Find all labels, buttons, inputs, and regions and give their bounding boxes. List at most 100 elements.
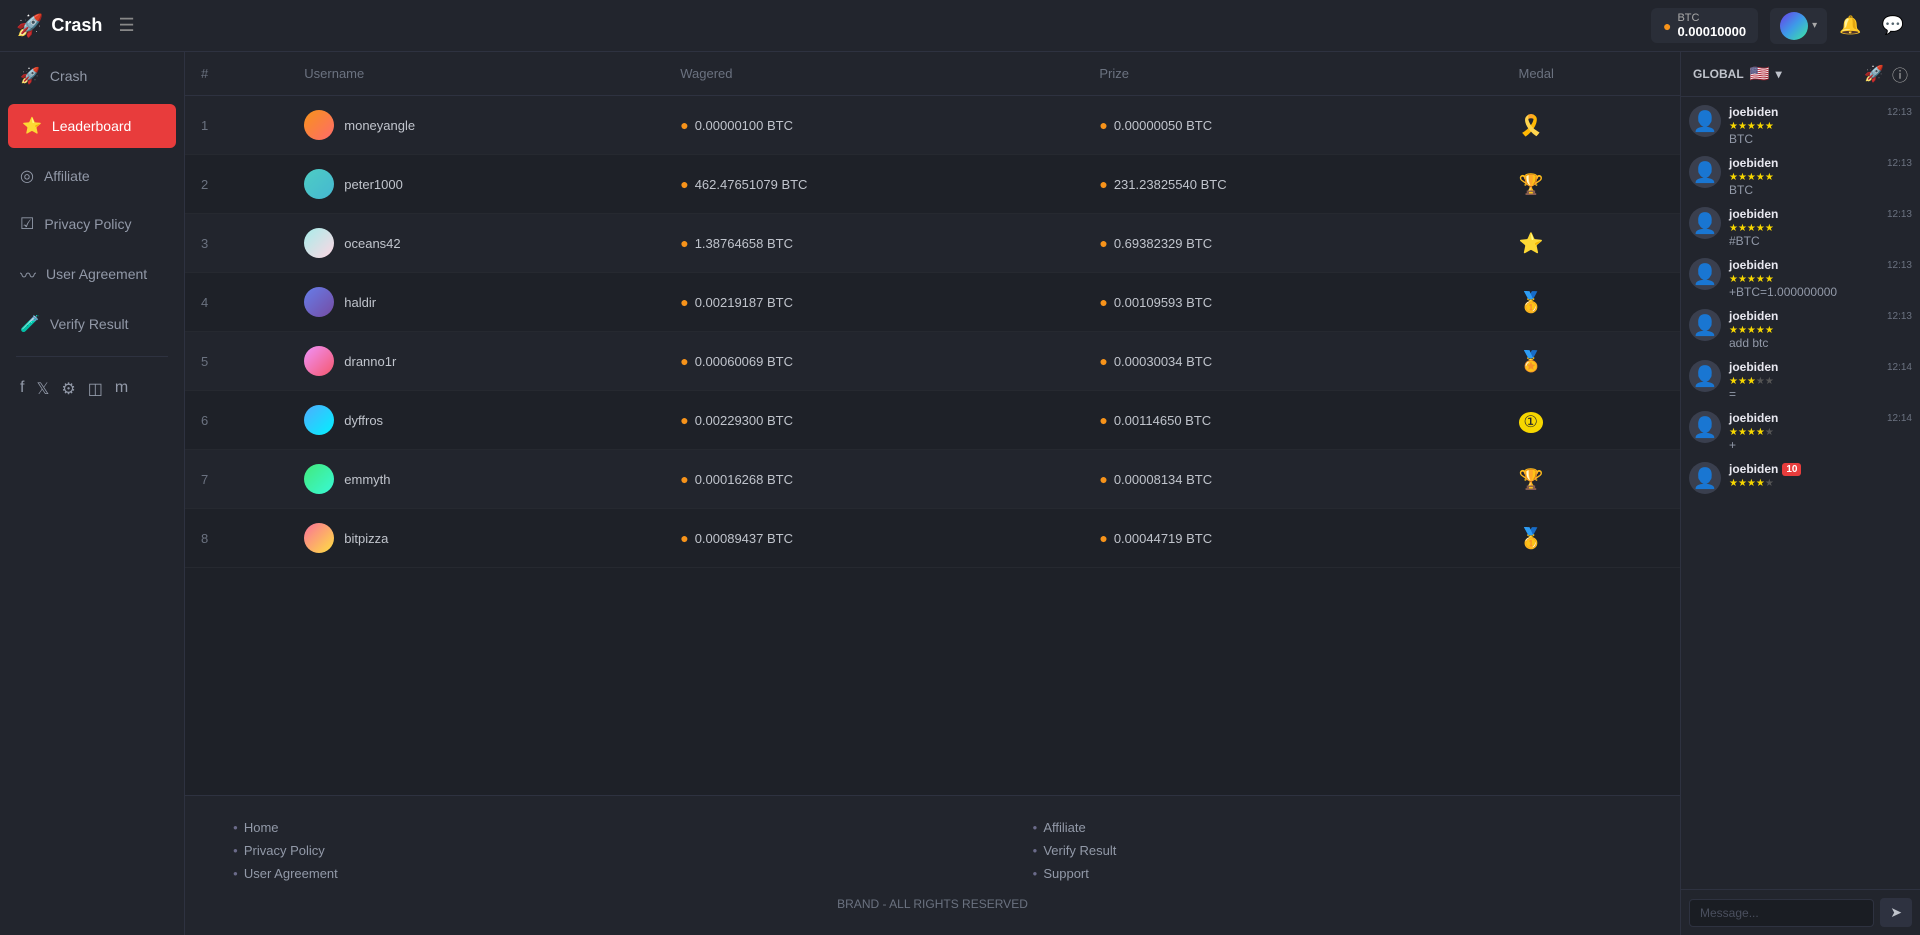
footer: ● Home ● Privacy Policy ● User Agreement… (185, 795, 1680, 935)
cell-wagered: ● 462.47651079 BTC (664, 155, 1083, 214)
chat-timestamp: 12:13 (1887, 209, 1912, 220)
wagered-amount: 0.00016268 BTC (695, 472, 793, 487)
sidebar-item-leaderboard[interactable]: ⭐ Leaderboard (8, 104, 176, 148)
bell-icon[interactable]: 🔔 (1839, 15, 1861, 36)
chat-user-avatar: 👤 (1689, 105, 1721, 137)
table-row: 3 oceans42 ● 1.38764658 BTC ● 0.69382329… (185, 214, 1680, 273)
chat-stars: ★★★★★ (1729, 172, 1912, 183)
footer-link-user-agreement[interactable]: ● User Agreement (233, 866, 833, 881)
chat-message-text: BTC (1729, 132, 1912, 146)
chat-expand-icon[interactable]: 💬 (1882, 15, 1904, 36)
main-content: # Username Wagered Prize Medal 1 moneyan… (185, 52, 1680, 935)
chat-user-avatar: 👤 (1689, 462, 1721, 494)
cell-wagered: ● 0.00060069 BTC (664, 332, 1083, 391)
chat-message: 👤 joebiden 12:13 ★★★★★ BTC (1689, 105, 1912, 146)
sidebar-socials: f 𝕏 ⚙ ◫ m (0, 365, 184, 413)
cell-prize: ● 0.00008134 BTC (1083, 450, 1502, 509)
footer-dot: ● (233, 823, 238, 832)
btc-label: BTC (1677, 12, 1746, 24)
chat-username: joebiden (1729, 105, 1778, 119)
sidebar-item-affiliate[interactable]: ◎ Affiliate (0, 152, 184, 200)
chat-panel: GLOBAL 🇺🇸 ▾ 🚀 ⓘ 👤 joebiden 12:13 ★★★★★ B… (1680, 52, 1920, 935)
prize-amount: 0.00000050 BTC (1114, 118, 1212, 133)
chat-message-header: joebiden 12:13 (1729, 156, 1912, 170)
sidebar-item-verify[interactable]: 🧪 Verify Result (0, 300, 184, 348)
chat-user-avatar: 👤 (1689, 309, 1721, 341)
username-text: moneyangle (344, 118, 415, 133)
chat-info-icon[interactable]: ⓘ (1892, 62, 1908, 86)
coin-icon: ● (1099, 353, 1107, 369)
col-wagered: Wagered (664, 52, 1083, 96)
footer-link-support[interactable]: ● Support (1033, 866, 1633, 881)
user-avatar-button[interactable]: ▾ (1770, 8, 1827, 44)
username-text: peter1000 (344, 177, 403, 192)
user-avatar (304, 464, 334, 494)
medium-icon[interactable]: m (115, 379, 128, 399)
chat-stars: ★★★★★ (1729, 325, 1912, 336)
chat-message-input[interactable] (1689, 899, 1874, 927)
cell-medal: 🥇 (1503, 273, 1681, 332)
cell-username: moneyangle (288, 96, 664, 155)
btc-icon: ● (1663, 18, 1671, 34)
chat-header-icons: 🚀 ⓘ (1864, 62, 1908, 86)
sidebar-item-privacy[interactable]: ☑ Privacy Policy (0, 200, 184, 248)
chat-message-header: joebiden 10 (1729, 462, 1912, 476)
cell-medal: 🏅 (1503, 332, 1681, 391)
chat-rocket-icon[interactable]: 🚀 (1864, 64, 1884, 84)
chat-message-body: joebiden 12:13 ★★★★★ +BTC=1.000000000 (1729, 258, 1912, 299)
chat-dropdown-chevron[interactable]: ▾ (1776, 67, 1782, 81)
sidebar-item-label-crash: Crash (50, 68, 87, 84)
chat-message: 👤 joebiden 12:13 ★★★★★ +BTC=1.000000000 (1689, 258, 1912, 299)
coin-icon: ● (1099, 117, 1107, 133)
facebook-icon[interactable]: f (20, 379, 24, 399)
username-text: dyffros (344, 413, 383, 428)
leaderboard-table: # Username Wagered Prize Medal 1 moneyan… (185, 52, 1680, 568)
chat-message-header: joebiden 12:14 (1729, 411, 1912, 425)
footer-link-verify[interactable]: ● Verify Result (1033, 843, 1633, 858)
twitter-icon[interactable]: 𝕏 (36, 379, 49, 399)
coin-icon: ● (680, 530, 688, 546)
discord-icon[interactable]: ⚙ (61, 379, 75, 399)
cell-username: dranno1r (288, 332, 664, 391)
footer-dot: ● (1033, 869, 1038, 878)
cell-rank: 4 (185, 273, 288, 332)
prize-amount: 0.00109593 BTC (1114, 295, 1212, 310)
cell-wagered: ● 0.00219187 BTC (664, 273, 1083, 332)
chat-user-avatar: 👤 (1689, 258, 1721, 290)
chat-message-header: joebiden 12:13 (1729, 309, 1912, 323)
cell-rank: 5 (185, 332, 288, 391)
cell-rank: 2 (185, 155, 288, 214)
footer-link-privacy[interactable]: ● Privacy Policy (233, 843, 833, 858)
footer-dot: ● (1033, 846, 1038, 855)
hamburger-button[interactable]: ☰ (118, 15, 134, 36)
footer-links-left: ● Home ● Privacy Policy ● User Agreement (233, 820, 833, 881)
global-label-text: GLOBAL (1693, 67, 1744, 81)
sidebar-item-crash[interactable]: 🚀 Crash (0, 52, 184, 100)
chat-username: joebiden (1729, 360, 1778, 374)
sidebar-item-label-affiliate: Affiliate (44, 168, 90, 184)
cell-wagered: ● 0.00016268 BTC (664, 450, 1083, 509)
instagram-icon[interactable]: ◫ (88, 379, 103, 399)
app-title: Crash (51, 15, 102, 36)
btc-amount: 0.00010000 (1677, 24, 1746, 39)
chat-stars: ★★★★★ (1729, 478, 1912, 489)
username-text: emmyth (344, 472, 390, 487)
chat-user-avatar: 👤 (1689, 207, 1721, 239)
username-text: haldir (344, 295, 376, 310)
coin-icon: ● (680, 471, 688, 487)
footer-link-affiliate[interactable]: ● Affiliate (1033, 820, 1633, 835)
chat-stars: ★★★★★ (1729, 427, 1912, 438)
chat-username: joebiden (1729, 207, 1778, 221)
prize-amount: 0.00114650 BTC (1114, 413, 1211, 428)
agreement-icon: 〰 (20, 262, 36, 286)
username-text: dranno1r (344, 354, 396, 369)
cell-medal: 🏆 (1503, 155, 1681, 214)
cell-username: bitpizza (288, 509, 664, 568)
chat-input-area: ➤ (1681, 889, 1920, 935)
chat-send-button[interactable]: ➤ (1880, 898, 1912, 927)
table-header-row: # Username Wagered Prize Medal (185, 52, 1680, 96)
cell-prize: ● 0.00109593 BTC (1083, 273, 1502, 332)
footer-link-home[interactable]: ● Home (233, 820, 833, 835)
chat-username: joebiden (1729, 462, 1778, 476)
sidebar-item-user-agreement[interactable]: 〰 User Agreement (0, 248, 184, 300)
